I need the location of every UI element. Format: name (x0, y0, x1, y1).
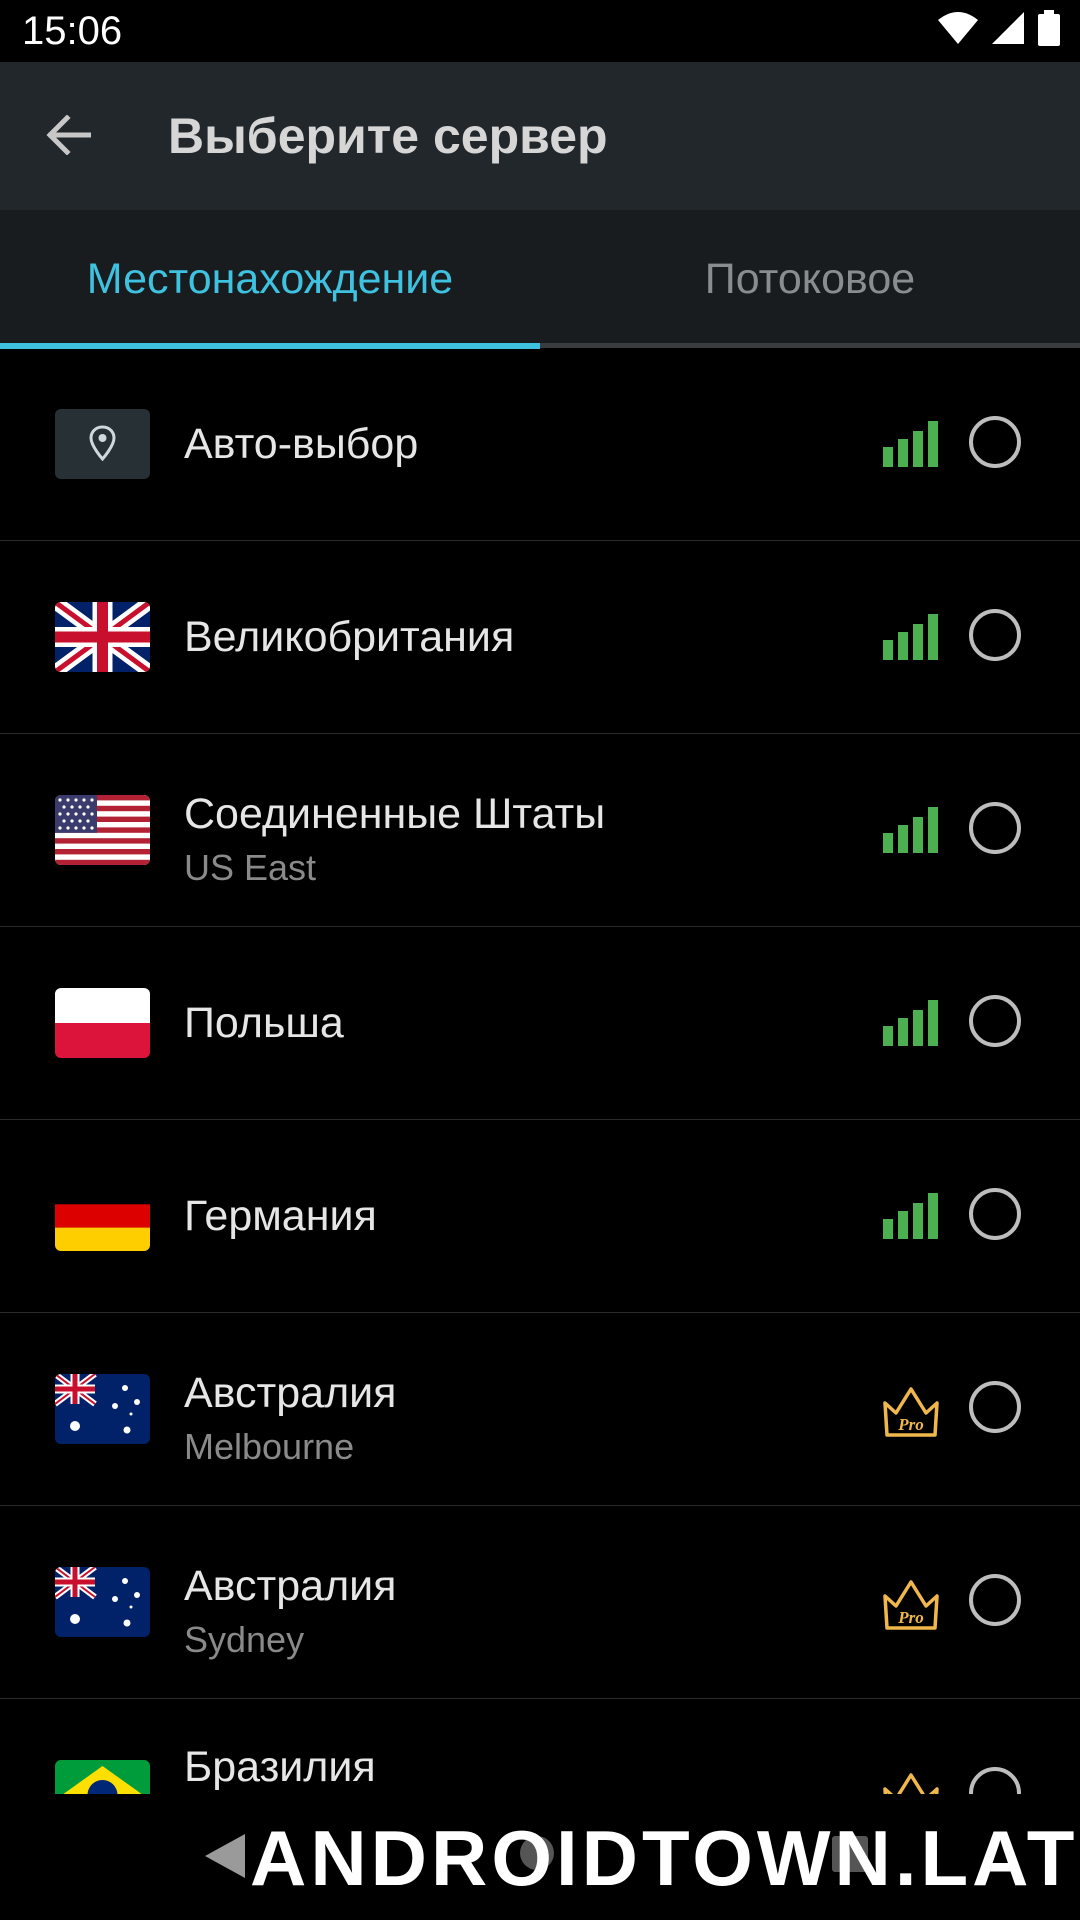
server-name: Авто-выбор (184, 420, 419, 468)
signal-strength-icon (883, 614, 939, 660)
server-row-uk[interactable]: Великобритания (0, 541, 1080, 734)
server-name: Бразилия (184, 1743, 376, 1791)
screen: 15:06 Выберите сервер Местонахождение По… (0, 0, 1080, 1920)
uk-flag-icon (55, 602, 150, 672)
server-row-brazil[interactable]: Бразилия (0, 1699, 1080, 1794)
server-radio[interactable] (969, 1767, 1021, 1794)
server-city: Melbourne (184, 1426, 355, 1467)
server-name: Польша (184, 999, 344, 1047)
australia-flag-icon (55, 1567, 150, 1637)
server-row-poland[interactable]: Польша (0, 927, 1080, 1120)
location-pin-icon (55, 409, 150, 479)
server-radio[interactable] (969, 1188, 1021, 1240)
server-radio[interactable] (969, 995, 1021, 1047)
status-time: 15:06 (22, 9, 123, 53)
poland-flag-icon (55, 988, 150, 1058)
nav-back-icon[interactable] (205, 1834, 245, 1883)
server-radio[interactable] (969, 1381, 1021, 1433)
cell-signal-icon (992, 11, 1024, 49)
pro-badge-text: Pro (897, 1415, 924, 1434)
server-row-australia-melbourne[interactable]: Австралия Melbourne Pro (0, 1313, 1080, 1506)
server-name: Соединенные Штаты (184, 790, 606, 838)
page-title: Выберите сервер (168, 108, 608, 164)
back-button[interactable] (30, 102, 106, 172)
pro-crown-icon: Pro (880, 1576, 942, 1630)
app-bar: Выберите сервер (0, 62, 1080, 210)
server-list: Авто-выбор Великобритания Соединенные Шт… (0, 348, 1080, 1794)
germany-flag-icon (55, 1181, 150, 1251)
pro-crown-icon (880, 1769, 942, 1794)
signal-strength-icon (883, 1193, 939, 1239)
tab-location[interactable]: Местонахождение (0, 210, 540, 348)
signal-strength-icon (883, 1000, 939, 1046)
server-radio[interactable] (969, 1574, 1021, 1626)
server-row-germany[interactable]: Германия (0, 1120, 1080, 1313)
signal-strength-icon (883, 421, 939, 467)
status-icons (938, 9, 1060, 51)
pro-crown-icon: Pro (880, 1383, 942, 1437)
brazil-flag-icon (55, 1760, 150, 1794)
battery-icon (1038, 9, 1060, 51)
server-row-us[interactable]: Соединенные Штаты US East (0, 734, 1080, 927)
wifi-icon (938, 11, 978, 49)
tab-bar: Местонахождение Потоковое (0, 210, 1080, 348)
server-name: Великобритания (184, 613, 515, 661)
server-name: Германия (184, 1192, 377, 1240)
nav-bar: ANDROIDTOWN.LAT (0, 1794, 1080, 1920)
server-radio[interactable] (969, 609, 1021, 661)
server-row-auto[interactable]: Авто-выбор (0, 348, 1080, 541)
server-radio[interactable] (969, 416, 1021, 468)
server-name: Австралия (184, 1562, 397, 1610)
us-flag-icon (55, 795, 150, 865)
server-city: Sydney (184, 1619, 305, 1660)
tab-streaming[interactable]: Потоковое (540, 210, 1080, 348)
server-city: US East (184, 847, 317, 888)
status-bar: 15:06 (0, 0, 1080, 62)
server-name: Австралия (184, 1369, 397, 1417)
signal-strength-icon (883, 807, 939, 853)
server-radio[interactable] (969, 802, 1021, 854)
pro-badge-text: Pro (897, 1608, 924, 1627)
australia-flag-icon (55, 1374, 150, 1444)
arrow-left-icon (45, 113, 92, 160)
server-row-australia-sydney[interactable]: Австралия Sydney Pro (0, 1506, 1080, 1699)
watermark: ANDROIDTOWN.LAT (250, 1814, 1079, 1902)
